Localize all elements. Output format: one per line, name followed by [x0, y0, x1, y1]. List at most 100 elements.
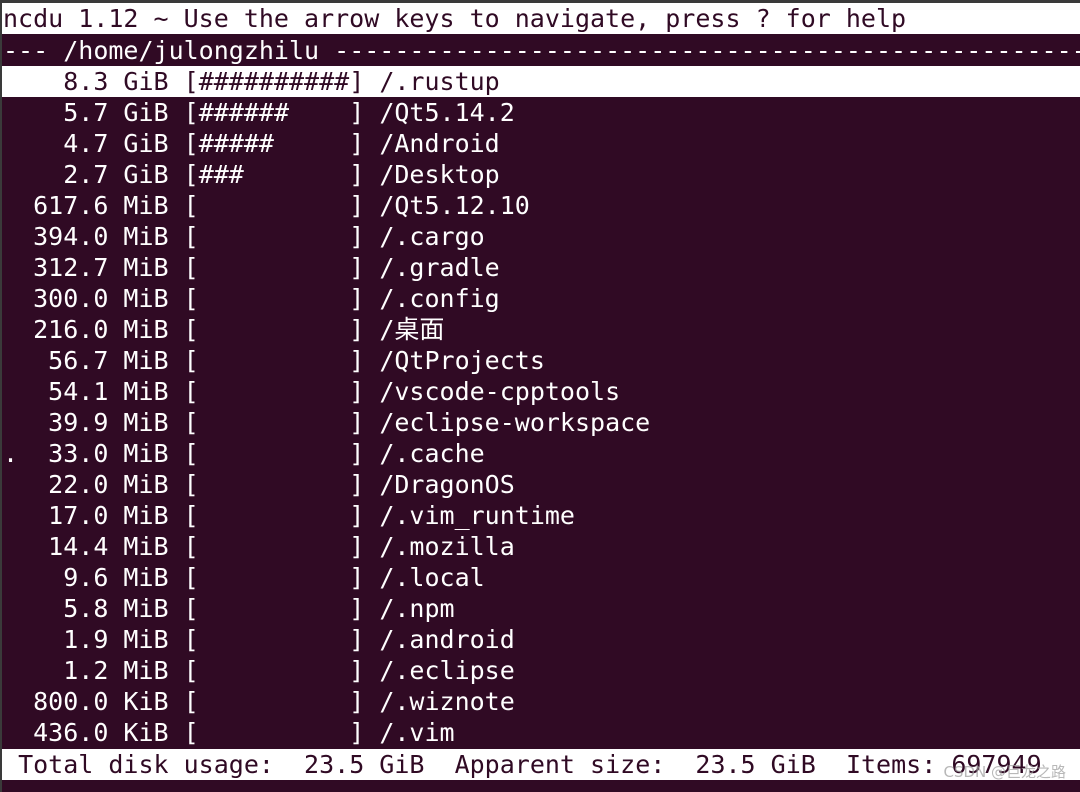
file-row[interactable]: 56.7 MiB [ ] /QtProjects — [2, 345, 1080, 376]
bar-close: ] — [349, 501, 380, 530]
bar-close: ] — [349, 377, 380, 406]
row-size: 5.8 MiB — [18, 594, 169, 623]
row-flag — [3, 377, 18, 406]
row-flag — [3, 129, 18, 158]
row-size: 39.9 MiB — [18, 408, 169, 437]
bar-open: [ — [168, 532, 199, 561]
file-row[interactable]: 39.9 MiB [ ] /eclipse-workspace — [2, 407, 1080, 438]
usage-bar — [199, 284, 350, 313]
apparent-size-value: 23.5 GiB — [695, 750, 816, 779]
row-name: /eclipse-workspace — [379, 408, 651, 437]
row-name: /.vim — [379, 718, 455, 747]
row-flag — [3, 253, 18, 282]
bar-open: [ — [168, 315, 199, 344]
bar-close: ] — [349, 315, 380, 344]
usage-bar — [199, 532, 350, 561]
file-row[interactable]: 394.0 MiB [ ] /.cargo — [2, 221, 1080, 252]
row-name: /Qt5.12.10 — [379, 191, 530, 220]
row-size: 17.0 MiB — [18, 501, 169, 530]
bar-open: [ — [168, 129, 199, 158]
file-row[interactable]: 9.6 MiB [ ] /.local — [2, 562, 1080, 593]
row-size: 394.0 MiB — [18, 222, 169, 251]
row-name: /Qt5.14.2 — [379, 98, 515, 127]
terminal-window[interactable]: ncdu 1.12 ~ Use the arrow keys to naviga… — [2, 3, 1080, 792]
usage-bar — [199, 253, 350, 282]
bar-close: ] — [349, 532, 380, 561]
file-row[interactable]: 216.0 MiB [ ] /桌面 — [2, 314, 1080, 345]
row-size: 1.9 MiB — [18, 625, 169, 654]
row-size: 5.7 GiB — [18, 98, 169, 127]
file-row[interactable]: 17.0 MiB [ ] /.vim_runtime — [2, 500, 1080, 531]
file-row[interactable]: 800.0 KiB [ ] /.wiznote — [2, 686, 1080, 717]
row-size: 216.0 MiB — [18, 315, 169, 344]
bar-open: [ — [168, 439, 199, 468]
usage-bar — [199, 563, 350, 592]
bar-close: ] — [349, 470, 380, 499]
bar-open: [ — [168, 284, 199, 313]
file-row[interactable]: 14.4 MiB [ ] /.mozilla — [2, 531, 1080, 562]
row-name: /桌面 — [379, 315, 445, 344]
file-row[interactable]: 617.6 MiB [ ] /Qt5.12.10 — [2, 190, 1080, 221]
row-flag — [3, 718, 18, 747]
row-size: 300.0 MiB — [18, 284, 169, 313]
usage-bar — [199, 377, 350, 406]
file-row[interactable]: 2.7 GiB [### ] /Desktop — [2, 159, 1080, 190]
usage-bar — [199, 594, 350, 623]
row-flag — [3, 160, 18, 189]
row-flag — [3, 315, 18, 344]
row-size: 617.6 MiB — [18, 191, 169, 220]
bar-open: [ — [168, 470, 199, 499]
row-flag — [3, 687, 18, 716]
file-row[interactable]: 5.7 GiB [###### ] /Qt5.14.2 — [2, 97, 1080, 128]
usage-bar — [199, 439, 350, 468]
bar-open: [ — [168, 563, 199, 592]
file-row[interactable]: 300.0 MiB [ ] /.config — [2, 283, 1080, 314]
usage-bar — [199, 191, 350, 220]
row-name: /.eclipse — [379, 656, 515, 685]
usage-bar — [199, 408, 350, 437]
header-fill: ----------------------------------------… — [319, 36, 1080, 65]
row-name: /.npm — [379, 594, 455, 623]
usage-bar — [199, 470, 350, 499]
file-row[interactable]: 4.7 GiB [##### ] /Android — [2, 128, 1080, 159]
bar-open: [ — [168, 625, 199, 654]
row-size: 54.1 MiB — [18, 377, 169, 406]
bar-open: [ — [168, 346, 199, 375]
usage-bar — [199, 625, 350, 654]
usage-bar — [199, 501, 350, 530]
row-name: /.android — [379, 625, 515, 654]
bar-open: [ — [168, 656, 199, 685]
file-row[interactable]: 1.2 MiB [ ] /.eclipse — [2, 655, 1080, 686]
usage-bar — [199, 346, 350, 375]
bar-open: [ — [168, 191, 199, 220]
usage-bar — [199, 315, 350, 344]
bar-close: ] — [349, 656, 380, 685]
row-flag — [3, 532, 18, 561]
status-footer: Total disk usage: 23.5 GiB Apparent size… — [2, 749, 1080, 780]
bar-close: ] — [349, 160, 380, 189]
row-name: /DragonOS — [379, 470, 515, 499]
items-label: Items: — [845, 750, 937, 779]
bar-open: [ — [168, 501, 199, 530]
file-row[interactable]: 54.1 MiB [ ] /vscode-cpptools — [2, 376, 1080, 407]
row-name: /.cache — [379, 439, 485, 468]
bar-open: [ — [168, 377, 199, 406]
row-name: /Android — [379, 129, 500, 158]
usage-bar — [199, 222, 350, 251]
file-row[interactable]: 22.0 MiB [ ] /DragonOS — [2, 469, 1080, 500]
bar-open: [ — [168, 67, 199, 96]
usage-bar — [199, 718, 350, 747]
row-flag — [3, 470, 18, 499]
file-row[interactable]: 312.7 MiB [ ] /.gradle — [2, 252, 1080, 283]
row-flag — [3, 625, 18, 654]
file-row[interactable]: 8.3 GiB [##########] /.rustup — [2, 66, 1080, 97]
file-row[interactable]: . 33.0 MiB [ ] /.cache — [2, 438, 1080, 469]
file-row[interactable]: 1.9 MiB [ ] /.android — [2, 624, 1080, 655]
file-row[interactable]: 5.8 MiB [ ] /.npm — [2, 593, 1080, 624]
bar-close: ] — [349, 408, 380, 437]
bar-close: ] — [349, 625, 380, 654]
row-name: /.gradle — [379, 253, 500, 282]
file-row[interactable]: 436.0 KiB [ ] /.vim — [2, 717, 1080, 748]
row-size: 4.7 GiB — [18, 129, 169, 158]
row-name: /.local — [379, 563, 485, 592]
